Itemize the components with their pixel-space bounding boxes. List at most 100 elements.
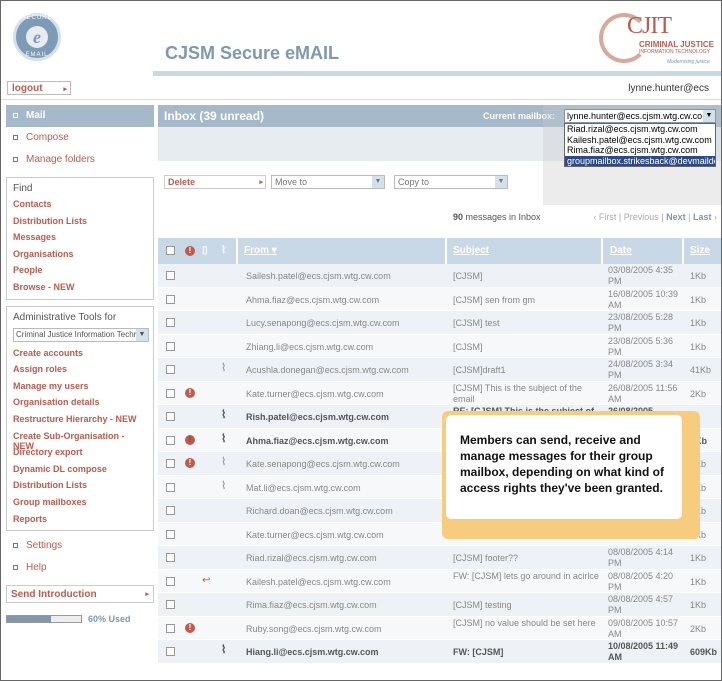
nav-label: Settings — [26, 540, 63, 552]
copy-to-select[interactable]: Copy to ▼ — [394, 175, 508, 189]
row-size: 2Kb — [690, 388, 707, 399]
subject-column-header[interactable]: Subject — [453, 238, 489, 264]
sort-down-icon: ▾ — [271, 245, 277, 256]
first-link[interactable]: First — [599, 212, 617, 222]
cjit-logo: CJIT CRIMINAL JUSTICE INFORMATION TECHNO… — [599, 13, 715, 67]
row-date: 08/08/2005 4:14 PM — [608, 547, 674, 568]
next-link[interactable]: Next — [666, 212, 686, 222]
admin-group-mailboxes-link[interactable]: Group mailboxes — [7, 495, 153, 512]
table-row[interactable]: ! Kate.turner@ecs.cjsm.wtg.cw.com [CJSM] T… — [158, 381, 721, 405]
message-count-number: 90 — [453, 212, 464, 222]
arrow-right-icon: ▸ — [145, 591, 149, 599]
from-column-header[interactable]: From ▾ — [244, 238, 277, 264]
admin-reports-link[interactable]: Reports — [7, 512, 153, 529]
checkbox — [166, 246, 175, 255]
admin-restructure-link[interactable]: Restructure Hierarchy - NEW — [7, 412, 153, 429]
row-size: 1Kb — [690, 318, 707, 328]
row-checkbox[interactable] — [166, 412, 175, 421]
table-row[interactable]: ! Ruby.song@ecs.cjsm.wtg.cw.com [CJSM] no … — [158, 616, 721, 640]
size-column-header[interactable]: Size — [690, 238, 710, 264]
table-header: ! ▯ ⌇ From ▾ Subject Date Size — [158, 238, 721, 264]
secure-email-logo: SECURE e EMAIL — [13, 13, 61, 61]
table-row[interactable]: Sailesh.patel@ecs.cjsm.wtg.cw.com [CJSM] 0… — [158, 264, 721, 288]
admin-create-sub-org-link[interactable]: Create Sub-Organisation - NEW — [7, 429, 153, 451]
row-checkbox[interactable] — [166, 600, 175, 609]
find-browse-link[interactable]: Browse - NEW — [7, 280, 153, 297]
admin-distribution-lists-link[interactable]: Distribution Lists — [7, 478, 153, 495]
header: SECURE e EMAIL CJSM Secure eMAIL CJIT CR… — [1, 1, 721, 77]
move-to-select[interactable]: Move to ▼ — [271, 175, 385, 189]
paperclip-icon: ⌇ — [221, 362, 227, 374]
sidebar: Mail Compose Manage folders Find Contact… — [6, 105, 154, 625]
nav-help[interactable]: Help — [6, 557, 154, 579]
table-row[interactable]: Lucy.senapong@ecs.cjsm.wtg.cw.com [CJSM] … — [158, 311, 721, 335]
row-from: Richard.doan@ecs.cjsm.wtg.cw.com — [246, 506, 393, 516]
row-checkbox[interactable] — [166, 623, 175, 633]
table-row[interactable]: ↩ Kailesh.patel@ecs.cjsm.wtg.cw.com FW: [C… — [158, 569, 721, 593]
arrow-right-icon: ▸ — [259, 179, 263, 186]
admin-assign-roles-link[interactable]: Assign roles — [7, 362, 153, 379]
table-row[interactable]: ⌇ Hiang.li@ecs.cjsm.wtg.cw.com FW: [CJSM] 1… — [158, 640, 721, 664]
find-people-link[interactable]: People — [7, 263, 153, 280]
table-row[interactable]: ⌇ Acushla.donegan@ecs.cjsm.wtg.cw.com [CJS… — [158, 358, 721, 382]
chevron-down-icon: ▼ — [372, 176, 384, 188]
row-checkbox[interactable] — [166, 341, 175, 351]
paperclip-icon: ⌇ — [221, 644, 227, 656]
mailbox-option[interactable]: Rima.fiaz@ecs.cjsm.wtg.cw.com — [565, 145, 715, 156]
nav-manage-folders[interactable]: Manage folders — [6, 149, 154, 171]
row-checkbox[interactable] — [166, 318, 175, 327]
logout-button[interactable]: logout ▸ — [7, 81, 71, 95]
send-introduction-label: Send Introduction — [11, 589, 97, 601]
mailbox-option-selected[interactable]: groupmailbox.strikesback@devmaildom.c — [565, 155, 715, 166]
table-row[interactable]: Ahma.fiaz@ecs.cjsm.wtg.cw.com [CJSM] sen … — [158, 287, 721, 311]
admin-manage-users-link[interactable]: Manage my users — [7, 379, 153, 396]
row-checkbox[interactable] — [166, 435, 175, 445]
admin-organisation-details-link[interactable]: Organisation details — [7, 395, 153, 412]
row-checkbox[interactable] — [166, 459, 175, 468]
square-bullet-icon — [13, 543, 18, 549]
admin-dynamic-dl-link[interactable]: Dynamic DL compose — [7, 462, 153, 479]
table-row[interactable]: Zhiang.li@ecs.cjsm.wtg.cw.com [CJSM] 23/08… — [158, 334, 721, 358]
table-row[interactable]: Riad.rizal@ecs.cjsm.wtg.cw.com [CJSM] foo… — [158, 546, 721, 570]
find-contacts-link[interactable]: Contacts — [7, 197, 153, 214]
row-from: Kate.senapong@ecs.cjsm.wtg.cw.com — [246, 459, 400, 469]
row-checkbox[interactable] — [166, 388, 175, 398]
row-checkbox[interactable] — [166, 553, 175, 562]
row-checkbox[interactable] — [166, 482, 175, 492]
row-checkbox[interactable] — [166, 506, 175, 515]
admin-directory-export-link[interactable]: Directory export — [7, 445, 153, 462]
admin-create-accounts-link[interactable]: Create accounts — [7, 346, 153, 363]
importance-icon: ! — [185, 387, 195, 398]
find-organisations-link[interactable]: Organisations — [7, 247, 153, 264]
row-checkbox[interactable] — [166, 294, 175, 304]
mailbox-select[interactable]: lynne.hunter@ecs.cjsm.wtg.cw.co ▼ — [564, 109, 716, 123]
table-row[interactable]: Rima.fiaz@ecs.cjsm.wtg.cw.com [CJSM] test… — [158, 593, 721, 617]
row-checkbox[interactable] — [166, 271, 175, 280]
send-introduction-button[interactable]: Send Introduction ▸ — [6, 585, 154, 604]
date-column-header[interactable]: Date — [610, 238, 632, 264]
chevron-down-icon: ▼ — [136, 328, 148, 341]
nav-settings[interactable]: Settings — [6, 535, 154, 557]
row-from: Kate.turner@ecs.cjsm.wtg.cw.com — [246, 529, 384, 540]
delete-button[interactable]: Delete ▸ — [164, 175, 266, 189]
mailbox-option[interactable]: Kailesh.patel@ecs.cjsm.wtg.cw.com — [565, 135, 715, 146]
find-distribution-lists-link[interactable]: Distribution Lists — [7, 214, 153, 231]
row-checkbox[interactable] — [166, 647, 175, 656]
organisation-select[interactable]: Criminal Justice Information Techr ▼ — [13, 327, 149, 342]
row-checkbox[interactable] — [166, 365, 175, 374]
row-checkbox[interactable] — [166, 576, 175, 586]
cjit-line1: CRIMINAL JUSTICE — [639, 40, 714, 49]
row-from: Ahma.fiaz@ecs.cjsm.wtg.cw.com — [246, 435, 389, 446]
last-link[interactable]: Last — [693, 212, 712, 222]
reply-icon: ↩ — [202, 574, 211, 586]
find-messages-link[interactable]: Messages — [7, 230, 153, 247]
nav-compose[interactable]: Compose — [6, 127, 154, 149]
nav-label: Manage folders — [26, 154, 95, 165]
row-checkbox[interactable] — [166, 529, 175, 539]
mailbox-option[interactable]: Riad.rizal@ecs.cjsm.wtg.cw.com — [565, 124, 715, 135]
select-all-checkbox[interactable] — [166, 246, 175, 256]
nav-mail[interactable]: Mail — [6, 105, 154, 127]
previous-link[interactable]: Previous — [624, 212, 659, 222]
row-date: 26/08/2005 11:56 AM — [608, 382, 678, 404]
importance-icon: ! — [185, 246, 195, 256]
